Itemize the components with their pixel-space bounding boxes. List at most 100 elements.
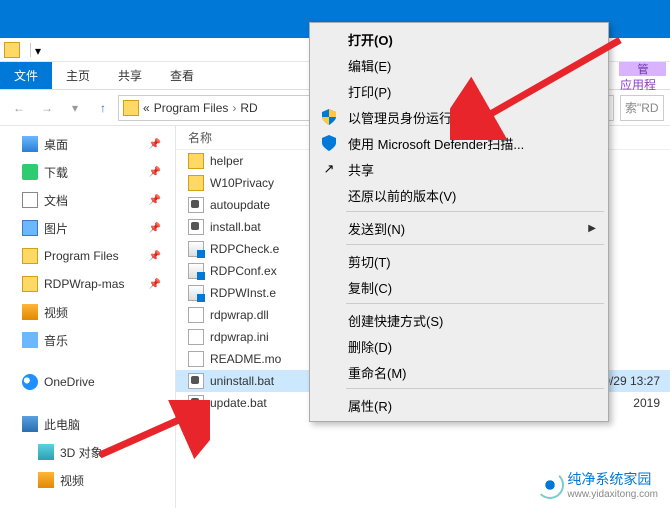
up-button[interactable]: ↑	[90, 95, 116, 121]
file-name: README.mo	[210, 352, 281, 366]
file-tab[interactable]: 文件	[0, 62, 52, 89]
menu-item[interactable]: 使用 Microsoft Defender扫描...	[312, 130, 606, 156]
menu-item[interactable]: 以管理员身份运行(A)	[312, 104, 606, 130]
menu-separator	[346, 303, 604, 304]
menu-item-label: 属性(R)	[348, 396, 392, 415]
chevron-right-icon[interactable]: ›	[232, 101, 236, 115]
file-name: W10Privacy	[210, 176, 274, 190]
sidebar-item-label: 文档	[44, 192, 143, 209]
bat-icon	[188, 197, 204, 213]
sidebar-item[interactable]: 桌面📌	[0, 130, 175, 158]
sidebar-item[interactable]: 下载 📌	[0, 158, 175, 186]
menu-item[interactable]: 打开(O)	[312, 26, 606, 52]
folder-icon	[123, 100, 139, 116]
folder-icon	[188, 153, 204, 169]
menu-item-label: 共享	[348, 160, 374, 179]
tab-home[interactable]: 主页	[52, 62, 104, 89]
nav-pane: 桌面📌下载📌文档📌图片📌Program Files📌RDPWrap-mas📌视频…	[0, 126, 176, 508]
sidebar-item[interactable]: 音乐	[0, 326, 175, 354]
pin-icon: 📌	[149, 223, 161, 234]
recent-dropdown[interactable]: ▾	[62, 95, 88, 121]
file-name: rdpwrap.ini	[210, 330, 269, 344]
sidebar-item-label: 视频	[60, 472, 175, 489]
menu-item-label: 编辑(E)	[348, 56, 391, 75]
menu-separator	[346, 388, 604, 389]
contextual-header: 管	[619, 62, 666, 76]
menu-item[interactable]: 删除(D)	[312, 333, 606, 359]
menu-item[interactable]: 编辑(E)	[312, 52, 606, 78]
sidebar-item-label: 此电脑	[44, 416, 175, 433]
menu-item[interactable]: ↗ 共享	[312, 156, 606, 182]
sidebar-item[interactable]: 视频	[0, 466, 175, 494]
forward-button[interactable]: →	[34, 95, 60, 121]
menu-item-label: 重命名(M)	[348, 363, 407, 382]
menu-item-label: 还原以前的版本(V)	[348, 186, 456, 205]
txt-icon	[188, 329, 204, 345]
pin-icon: 📌	[149, 251, 161, 262]
sidebar-item[interactable]: 图片 📌	[0, 214, 175, 242]
menu-item-label: 打开(O)	[348, 30, 393, 49]
download-icon	[22, 164, 38, 180]
separator	[30, 43, 31, 57]
sidebar-item[interactable]: 3D 对象	[0, 438, 175, 466]
pic-icon	[22, 220, 38, 236]
dll-icon	[188, 307, 204, 323]
file-name: rdpwrap.dll	[210, 308, 269, 322]
file-name: autoupdate	[210, 198, 270, 212]
obj3d-icon	[38, 444, 54, 460]
sidebar-item[interactable]: Program Files 📌	[0, 242, 175, 270]
doc-icon	[22, 192, 38, 208]
tab-view[interactable]: 查看	[156, 62, 208, 89]
file-name: install.bat	[210, 220, 261, 234]
sidebar-item-label: OneDrive	[44, 375, 175, 389]
menu-item-label: 发送到(N)	[348, 219, 405, 238]
music-icon	[22, 332, 38, 348]
tab-app-tools[interactable]: 应用程	[606, 76, 670, 93]
breadcrumb-part[interactable]: RD	[240, 101, 257, 115]
shield-icon	[320, 108, 338, 126]
sidebar-onedrive[interactable]: OneDrive	[0, 368, 175, 396]
file-name: RDPConf.ex	[210, 264, 277, 278]
file-name: update.bat	[210, 396, 267, 410]
breadcrumb-part[interactable]: Program Files	[154, 101, 229, 115]
search-input[interactable]: 索"RD	[620, 95, 664, 121]
back-button[interactable]: ←	[6, 95, 32, 121]
menu-item[interactable]: 剪切(T)	[312, 248, 606, 274]
sidebar-item[interactable]: 视频	[0, 298, 175, 326]
menu-item-label: 使用 Microsoft Defender扫描...	[348, 134, 524, 153]
pin-icon: 📌	[149, 279, 161, 290]
folder-icon	[4, 42, 20, 58]
sidebar-item[interactable]: RDPWrap-mas📌	[0, 270, 175, 298]
folder-icon	[22, 248, 38, 264]
pin-icon: 📌	[149, 139, 161, 150]
chevron-right-icon: ▶	[588, 223, 596, 234]
sidebar-item-label: 下载	[44, 164, 143, 181]
pin-icon: 📌	[149, 167, 161, 178]
sidebar-item-label: 图片	[44, 220, 143, 237]
sidebar-item-label: Program Files	[44, 249, 143, 263]
sidebar-item-label: 视频	[44, 304, 175, 321]
file-name: RDPWInst.e	[210, 286, 276, 300]
share-icon: ↗	[320, 160, 338, 178]
menu-item[interactable]: 创建快捷方式(S)	[312, 307, 606, 333]
menu-item-label: 创建快捷方式(S)	[348, 311, 443, 330]
watermark-text: 纯净系统家园	[567, 469, 658, 489]
menu-item-label: 剪切(T)	[348, 252, 391, 271]
menu-item[interactable]: 重命名(M)	[312, 359, 606, 385]
sidebar-thispc[interactable]: 此电脑	[0, 410, 175, 438]
menu-separator	[346, 211, 604, 212]
menu-item-label: 删除(D)	[348, 337, 392, 356]
folder-icon	[188, 175, 204, 191]
shield-icon	[320, 134, 338, 152]
menu-item[interactable]: 打印(P)	[312, 78, 606, 104]
qat-dropdown-icon[interactable]: ▾	[35, 44, 47, 56]
onedrive-icon	[22, 374, 38, 390]
menu-item[interactable]: 发送到(N) ▶	[312, 215, 606, 241]
menu-item[interactable]: 复制(C)	[312, 274, 606, 300]
menu-item[interactable]: 还原以前的版本(V)	[312, 182, 606, 208]
watermark-url: www.yidaxitong.com	[567, 489, 658, 500]
video-icon	[22, 304, 38, 320]
tab-share[interactable]: 共享	[104, 62, 156, 89]
menu-item[interactable]: 属性(R)	[312, 392, 606, 418]
sidebar-item[interactable]: 文档📌	[0, 186, 175, 214]
